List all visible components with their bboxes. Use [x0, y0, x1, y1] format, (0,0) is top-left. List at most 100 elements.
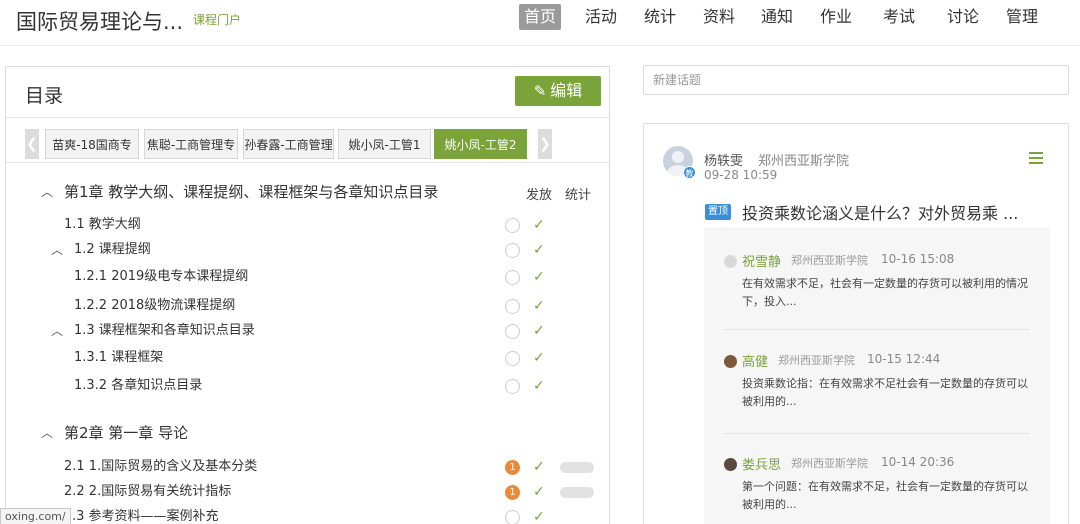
- check-icon: ✓: [533, 269, 545, 285]
- toc-row[interactable]: 1.3.1 课程框架 ✓: [6, 346, 609, 370]
- reply-author-name[interactable]: 祝雪静: [742, 251, 781, 270]
- teacher-badge: 教: [683, 166, 696, 179]
- divider: [724, 329, 1030, 330]
- check-icon: ✓: [533, 242, 545, 258]
- post-time: 09-28 10:59: [704, 168, 778, 182]
- reply-time: 10-14 20:36: [881, 455, 955, 469]
- nav-activity[interactable]: 活动: [580, 4, 622, 30]
- toc-row-label[interactable]: 第2章 第一章 导论: [64, 421, 188, 445]
- toc-row[interactable]: .3 参考资料——案例补充 ✓: [6, 505, 609, 524]
- check-icon: ✓: [533, 484, 545, 500]
- publish-status-icon[interactable]: [505, 510, 520, 524]
- divider: [724, 433, 1030, 434]
- toc-row[interactable]: 2.2 2.国际贸易有关统计指标 1 ✓: [6, 480, 609, 504]
- stats-bar[interactable]: [560, 487, 594, 498]
- toc-row[interactable]: 1.1 教学大纲 ✓: [6, 213, 609, 237]
- toc-row-label[interactable]: .3 参考资料——案例补充: [72, 505, 219, 524]
- check-icon: ✓: [533, 378, 545, 394]
- publish-status-icon[interactable]: [505, 218, 520, 233]
- chevron-up-icon[interactable]: ︿: [51, 238, 63, 262]
- toc-row-label[interactable]: 第1章 教学大纲、课程提纲、课程框架与各章知识点目录: [64, 180, 438, 204]
- class-tab-active[interactable]: 姚小凤-工管2: [434, 129, 527, 159]
- toc-panel: 目录 ✎ 编辑 ❮ 苗爽-18国商专 焦聪-工商管理专 孙春露-工商管理 姚小凤-…: [5, 66, 610, 524]
- toc-row-label[interactable]: 1.3 课程框架和各章知识点目录: [74, 319, 255, 343]
- publish-status-icon[interactable]: [505, 379, 520, 394]
- check-icon: ✓: [533, 459, 545, 475]
- edit-button-label: 编辑: [550, 81, 583, 100]
- publish-status-icon[interactable]: [505, 324, 520, 339]
- reply-author-name[interactable]: 娄兵思: [742, 454, 781, 473]
- pinned-tag: 置顶: [705, 204, 731, 220]
- class-tab[interactable]: 孙春露-工商管理: [243, 129, 334, 159]
- toc-chapter-row[interactable]: ︿ 第2章 第一章 导论: [6, 421, 609, 445]
- toc-row[interactable]: 2.1 1.国际贸易的含义及基本分类 1 ✓: [6, 455, 609, 479]
- check-icon: ✓: [533, 298, 545, 314]
- course-title[interactable]: 国际贸易理论与...: [16, 6, 183, 36]
- toc-row[interactable]: ︿ 1.3 课程框架和各章知识点目录 ✓: [6, 319, 609, 343]
- publish-status-icon[interactable]: [505, 243, 520, 258]
- toc-row-label[interactable]: 1.1 教学大纲: [64, 213, 141, 237]
- topic-title[interactable]: 投资乘数论涵义是什么？对外贸易乘 ...: [742, 200, 1018, 224]
- menu-icon[interactable]: [1029, 152, 1043, 167]
- chevron-up-icon[interactable]: ︿: [41, 421, 53, 445]
- reply-time: 10-16 15:08: [881, 252, 955, 266]
- reply-avatar: [724, 458, 737, 471]
- reply-author-name[interactable]: 高健: [742, 351, 768, 370]
- reply-school: 郑州西亚斯学院: [791, 254, 868, 267]
- reply-avatar: [724, 255, 737, 268]
- nav-exam[interactable]: 考试: [878, 4, 920, 30]
- chevron-up-icon[interactable]: ︿: [51, 319, 63, 343]
- pencil-icon: ✎: [533, 82, 547, 100]
- nav-homework[interactable]: 作业: [815, 4, 857, 30]
- course-portal-link[interactable]: 课程门户: [193, 11, 241, 28]
- chevron-up-icon[interactable]: ︿: [41, 180, 53, 204]
- edit-button[interactable]: ✎ 编辑: [515, 76, 601, 106]
- reply-text: 投资乘数论指：在有效需求不足社会有一定数量的存货可以被利用的...: [742, 377, 1028, 408]
- toc-row-label[interactable]: 1.3.2 各章知识点目录: [74, 374, 202, 398]
- toc-row-label[interactable]: 1.2 课程提纲: [74, 238, 151, 262]
- toc-row-label[interactable]: 2.1 1.国际贸易的含义及基本分类: [64, 455, 257, 479]
- reply-school: 郑州西亚斯学院: [778, 354, 855, 367]
- nav-materials[interactable]: 资料: [698, 4, 740, 30]
- reply-school: 郑州西亚斯学院: [791, 457, 868, 470]
- unread-count-badge[interactable]: 1: [505, 460, 520, 475]
- check-icon: ✓: [533, 323, 545, 339]
- tabs-next-arrow-icon[interactable]: ❯: [538, 129, 552, 159]
- check-icon: ✓: [533, 217, 545, 233]
- toc-chapter-row[interactable]: ︿ 第1章 教学大纲、课程提纲、课程框架与各章知识点目录: [6, 180, 609, 204]
- toc-row[interactable]: 1.2.2 2018级物流课程提纲 ✓: [6, 294, 609, 318]
- reply-time: 10-15 12:44: [867, 352, 941, 366]
- nav-manage[interactable]: 管理: [1001, 4, 1043, 30]
- tabs-prev-arrow-icon[interactable]: ❮: [25, 129, 39, 159]
- check-icon: ✓: [533, 509, 545, 524]
- nav-stats[interactable]: 统计: [639, 4, 681, 30]
- class-tabs: ❮ 苗爽-18国商专 焦聪-工商管理专 孙春露-工商管理 姚小凤-工管1 姚小凤…: [6, 117, 609, 163]
- publish-status-icon[interactable]: [505, 270, 520, 285]
- reply-text: 在有效需求不足，社会有一定数量的存货可以被利用的情况下，投入...: [742, 277, 1028, 308]
- toc-row[interactable]: ︿ 1.2 课程提纲 ✓: [6, 238, 609, 262]
- publish-status-icon[interactable]: [505, 351, 520, 366]
- toc-row[interactable]: 1.2.1 2019级电专本课程提纲 ✓: [6, 265, 609, 289]
- publish-status-icon[interactable]: [505, 299, 520, 314]
- toc-title: 目录: [25, 85, 64, 107]
- top-header: 国际贸易理论与... 课程门户 首页 活动 统计 资料 通知 作业 考试 讨论 …: [0, 0, 1080, 46]
- stats-bar[interactable]: [560, 462, 594, 473]
- author-school: 郑州西亚斯学院: [758, 154, 850, 169]
- check-icon: ✓: [533, 350, 545, 366]
- toc-row-label[interactable]: 2.2 2.国际贸易有关统计指标: [64, 480, 231, 504]
- toc-row-label[interactable]: 1.2.2 2018级物流课程提纲: [74, 294, 235, 318]
- topic-card[interactable]: 教 杨轶雯 郑州西亚斯学院 09-28 10:59 置顶 投资乘数论涵义是什么？…: [643, 123, 1069, 524]
- author-name[interactable]: 杨轶雯: [704, 150, 743, 169]
- class-tab[interactable]: 姚小凤-工管1: [338, 129, 431, 159]
- class-tab[interactable]: 焦聪-工商管理专: [144, 129, 238, 159]
- toc-row-label[interactable]: 1.3.1 课程框架: [74, 346, 163, 370]
- toc-row[interactable]: 1.3.2 各章知识点目录 ✓: [6, 374, 609, 398]
- nav-notices[interactable]: 通知: [756, 4, 798, 30]
- class-tab[interactable]: 苗爽-18国商专: [45, 129, 139, 159]
- reply-text: 第一个问题：在有效需求不足，社会有一定数量的存货可以被利用的...: [742, 480, 1028, 511]
- new-topic-input[interactable]: 新建话题: [643, 65, 1069, 95]
- nav-home[interactable]: 首页: [519, 4, 562, 30]
- nav-discussion[interactable]: 讨论: [942, 4, 984, 30]
- toc-row-label[interactable]: 1.2.1 2019级电专本课程提纲: [74, 265, 248, 289]
- unread-count-badge[interactable]: 1: [505, 485, 520, 500]
